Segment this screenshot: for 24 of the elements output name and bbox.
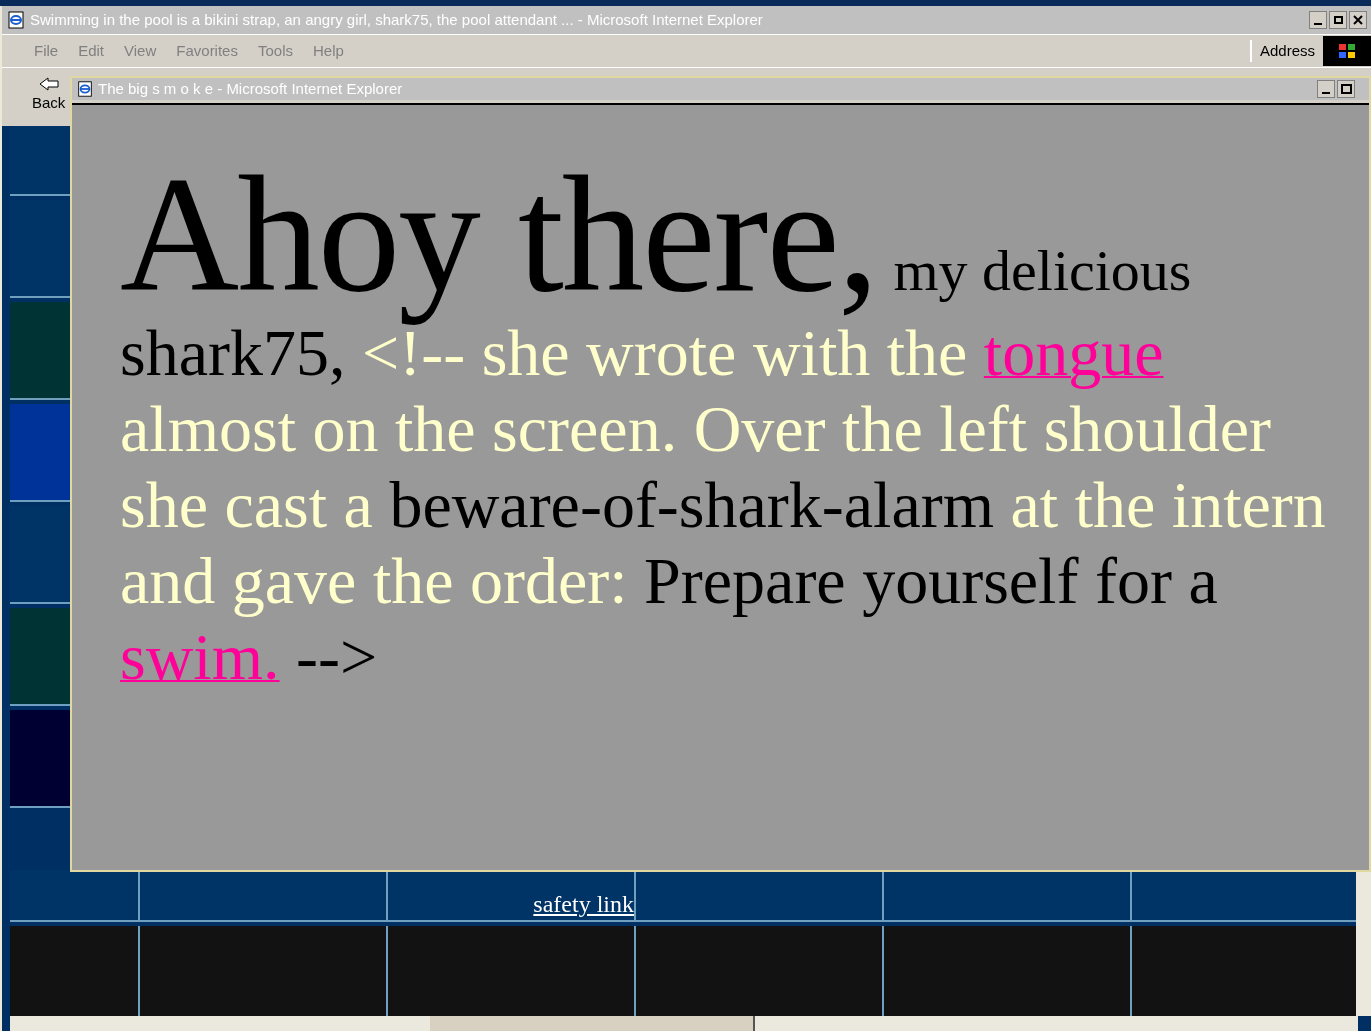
popup-message: Ahoy there,my delicious shark75, <!-- she wrote with the tongue almost on the screen. Over the left shoulder she cast a beware-of-shark-alarm at the intern and gave the order: Prepare yourself for a swim. -->	[120, 155, 1327, 695]
maximize-button[interactable]	[1337, 80, 1355, 98]
restore-button[interactable]	[1329, 11, 1347, 29]
menu-item[interactable]: View	[124, 39, 157, 63]
vertical-scrollbar[interactable]	[1356, 870, 1371, 1016]
window-title: Swimming in the pool is a bikini strap, an angry girl, shark75, the pool attendant ... - Microsoft Internet Explorer	[30, 9, 763, 30]
minimize-button[interactable]	[1317, 80, 1335, 98]
window-title: The big s m o k e - Microsoft Internet Explorer	[98, 78, 403, 99]
back-arrow-icon	[37, 76, 60, 92]
menu-item[interactable]: Tools	[257, 39, 293, 63]
scroll-thumb[interactable]	[430, 1016, 755, 1031]
menu-item[interactable]: Edit	[78, 39, 105, 63]
browser-icon	[76, 80, 94, 98]
browser-icon	[6, 10, 26, 30]
back-button[interactable]: Back	[32, 76, 66, 115]
close-icon	[1353, 15, 1363, 25]
close-button[interactable]	[1349, 11, 1367, 29]
menu-item[interactable]: Help	[313, 39, 344, 63]
menu-item[interactable]: File	[34, 39, 59, 63]
menu-item[interactable]: Favorites	[176, 39, 238, 63]
minimize-button[interactable]	[1309, 11, 1327, 29]
text-link[interactable]: safety link	[533, 892, 634, 916]
windows-logo	[1323, 36, 1371, 66]
horizontal-scrollbar[interactable]	[10, 1016, 1358, 1031]
